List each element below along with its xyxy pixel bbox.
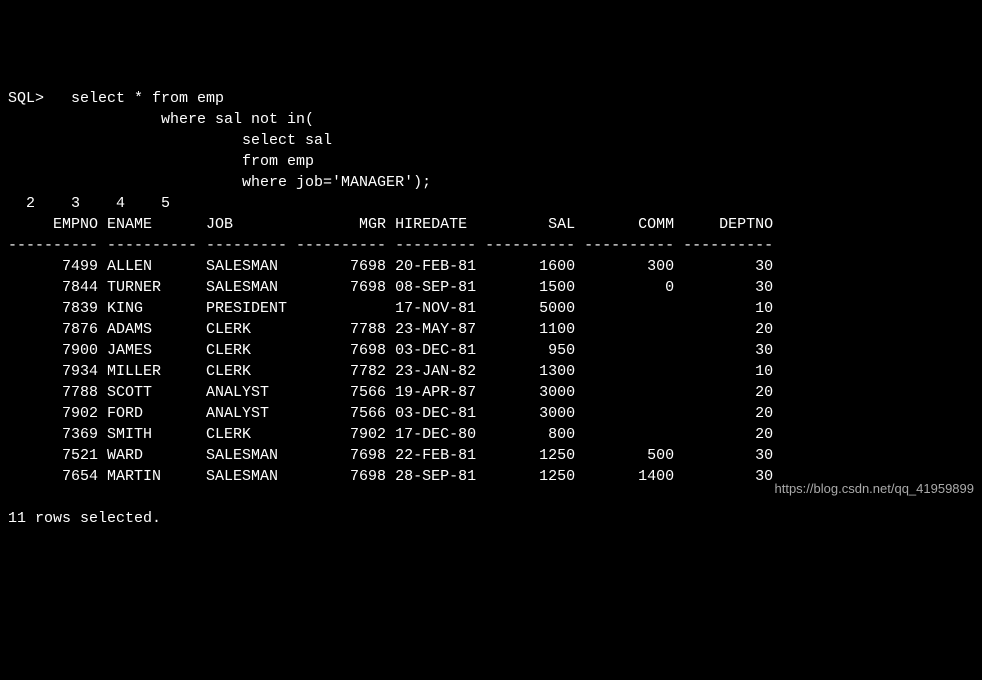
query-line-3: select sal [8,132,332,149]
query-line-4: from emp [8,153,314,170]
query-line-2: where sal not in( [8,111,314,128]
query-line-1: select * from emp [44,90,224,107]
header-row: EMPNO ENAME JOB MGR HIREDATE SAL COMM DE… [8,216,773,233]
separator: ---------- ---------- --------- --------… [8,237,773,254]
terminal-output: SQL> select * from emp where sal not in(… [0,84,982,533]
result-message: 11 rows selected. [8,510,161,527]
line-numbers: 2 3 4 5 [8,195,170,212]
query-line-5: where job='MANAGER'); [8,174,431,191]
data-rows: 7499 ALLEN SALESMAN 7698 20-FEB-81 1600 … [8,258,773,485]
watermark: https://blog.csdn.net/qq_41959899 [775,480,975,498]
sql-prompt[interactable]: SQL> [8,90,44,107]
